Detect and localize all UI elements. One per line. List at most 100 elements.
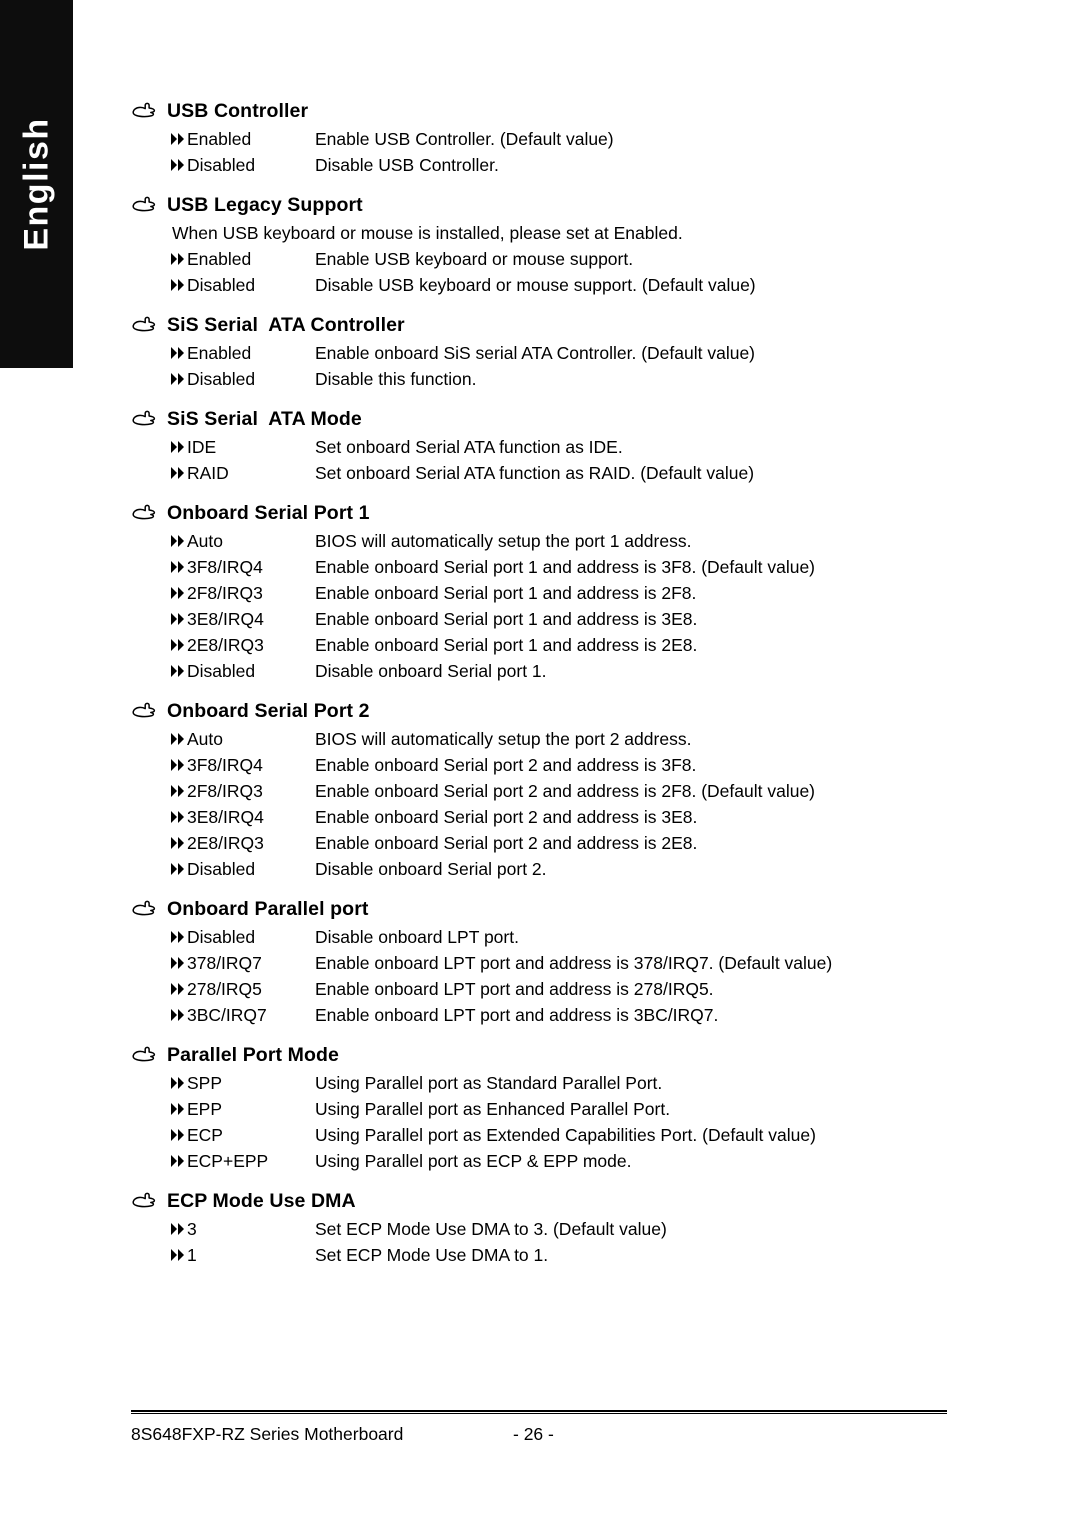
section-heading-text: Onboard Parallel port xyxy=(167,898,369,920)
page-content: USB Controller Enabled Enable USB Controll… xyxy=(131,96,951,1280)
language-tab-english: English xyxy=(0,0,73,368)
option-label: 3BC/IRQ7 xyxy=(187,1005,267,1025)
double-triangle-icon xyxy=(171,639,185,651)
footer-divider-thick xyxy=(131,1410,947,1412)
option-label: Disabled xyxy=(187,155,256,175)
option-row: SPP Using Parallel port as Standard Paral… xyxy=(131,1070,951,1096)
pointing-hand-icon xyxy=(131,408,157,430)
double-triangle-icon xyxy=(171,1155,185,1167)
option-description: Disable onboard Serial port 2. xyxy=(315,859,547,879)
section-heading-text: ECP Mode Use DMA xyxy=(167,1190,356,1212)
option-label: 3E8/IRQ4 xyxy=(187,807,264,827)
pointing-hand-icon xyxy=(131,898,157,920)
double-triangle-icon xyxy=(171,733,185,745)
option-label: Disabled xyxy=(187,369,256,389)
double-triangle-icon xyxy=(171,535,185,547)
option-description: Disable this function. xyxy=(315,369,477,389)
pointing-hand-icon xyxy=(131,700,157,722)
pointing-hand-icon xyxy=(131,1190,157,1212)
section-note: When USB keyboard or mouse is installed,… xyxy=(172,223,683,243)
section-heading-text: USB Controller xyxy=(167,100,309,122)
option-description: Enable onboard LPT port and address is 2… xyxy=(315,979,714,999)
option-label: Disabled xyxy=(187,661,256,681)
footer-row: 8S648FXP-RZ Series Motherboard - 26 - xyxy=(131,1419,947,1449)
double-triangle-icon xyxy=(171,587,185,599)
double-triangle-icon xyxy=(171,279,185,291)
option-row: 3F8/IRQ4 Enable onboard Serial port 2 and… xyxy=(131,752,951,778)
setting-section-onboard-serial-port-1: Onboard Serial Port 1 Auto BIOS will autom… xyxy=(131,498,951,684)
option-row: RAID Set onboard Serial ATA function as R… xyxy=(131,460,951,486)
option-description: Disable onboard Serial port 1. xyxy=(315,661,547,681)
option-description: Using Parallel port as Standard Parallel… xyxy=(315,1073,663,1093)
option-row: Disabled Disable this function. xyxy=(131,366,951,392)
option-label: Enabled xyxy=(187,249,252,269)
option-description: Set onboard Serial ATA function as IDE. xyxy=(315,437,623,457)
double-triangle-icon xyxy=(171,373,185,385)
option-label: 278/IRQ5 xyxy=(187,979,262,999)
section-heading: ECP Mode Use DMA xyxy=(131,1186,951,1216)
option-row: Enabled Enable USB keyboard or mouse supp… xyxy=(131,246,951,272)
option-row: Disabled Disable USB keyboard or mouse su… xyxy=(131,272,951,298)
option-row: ECP+EPP Using Parallel port as ECP & EPP … xyxy=(131,1148,951,1174)
option-label: SPP xyxy=(187,1073,223,1093)
option-description: Set ECP Mode Use DMA to 1. xyxy=(315,1245,549,1265)
option-label: Disabled xyxy=(187,275,256,295)
option-description: Enable USB Controller. (Default value) xyxy=(315,129,614,149)
option-label: 378/IRQ7 xyxy=(187,953,262,973)
double-triangle-icon xyxy=(171,837,185,849)
double-triangle-icon xyxy=(171,1009,185,1021)
double-triangle-icon xyxy=(171,159,185,171)
option-description: Enable onboard Serial port 1 and address… xyxy=(315,557,816,577)
section-heading-text: Parallel Port Mode xyxy=(167,1044,339,1066)
setting-section-onboard-serial-port-2: Onboard Serial Port 2 Auto BIOS will autom… xyxy=(131,696,951,882)
option-row: 2E8/IRQ3 Enable onboard Serial port 1 and… xyxy=(131,632,951,658)
option-row: 3E8/IRQ4 Enable onboard Serial port 2 and… xyxy=(131,804,951,830)
option-description: Enable onboard SiS serial ATA Controller… xyxy=(315,343,756,363)
option-description: Enable onboard Serial port 1 and address… xyxy=(315,635,698,655)
option-description: Set ECP Mode Use DMA to 3. (Default valu… xyxy=(315,1219,667,1239)
double-triangle-icon xyxy=(171,347,185,359)
setting-section-usb-controller: USB Controller Enabled Enable USB Controll… xyxy=(131,96,951,178)
double-triangle-icon xyxy=(171,811,185,823)
option-description: Enable onboard Serial port 2 and address… xyxy=(315,833,698,853)
option-label: ECP+EPP xyxy=(187,1151,269,1171)
pointing-hand-icon xyxy=(131,314,157,336)
option-label: 3F8/IRQ4 xyxy=(187,755,263,775)
option-label: ECP xyxy=(187,1125,223,1145)
double-triangle-icon xyxy=(171,759,185,771)
option-description: Enable onboard Serial port 1 and address… xyxy=(315,583,697,603)
double-triangle-icon xyxy=(171,1077,185,1089)
option-row: Disabled Disable onboard Serial port 1. xyxy=(131,658,951,684)
option-description: Disable USB Controller. xyxy=(315,155,499,175)
option-label: 3 xyxy=(187,1219,197,1239)
option-description: Enable onboard Serial port 2 and address… xyxy=(315,807,698,827)
option-row: Disabled Disable onboard LPT port. xyxy=(131,924,951,950)
double-triangle-icon xyxy=(171,957,185,969)
option-description: Enable onboard Serial port 1 and address… xyxy=(315,609,698,629)
option-label: 2F8/IRQ3 xyxy=(187,781,263,801)
option-row: ECP Using Parallel port as Extended Capab… xyxy=(131,1122,951,1148)
double-triangle-icon xyxy=(171,931,185,943)
option-description: BIOS will automatically setup the port 2… xyxy=(315,729,692,749)
footer-divider-thin xyxy=(131,1413,947,1414)
footer-page-number: - 26 - xyxy=(513,1424,554,1444)
section-heading: Onboard Serial Port 1 xyxy=(131,498,951,528)
double-triangle-icon xyxy=(171,863,185,875)
option-description: Using Parallel port as ECP & EPP mode. xyxy=(315,1151,632,1171)
option-row: EPP Using Parallel port as Enhanced Paral… xyxy=(131,1096,951,1122)
option-row: Enabled Enable USB Controller. (Default v… xyxy=(131,126,951,152)
option-row: 3F8/IRQ4 Enable onboard Serial port 1 and… xyxy=(131,554,951,580)
option-description: Disable onboard LPT port. xyxy=(315,927,519,947)
section-heading: Parallel Port Mode xyxy=(131,1040,951,1070)
option-row: 3BC/IRQ7 Enable onboard LPT port and addr… xyxy=(131,1002,951,1028)
option-row: Auto BIOS will automatically setup the po… xyxy=(131,528,951,554)
option-row: IDE Set onboard Serial ATA function as ID… xyxy=(131,434,951,460)
section-heading-text: SiS Serial ATA Mode xyxy=(167,408,362,430)
option-description: Using Parallel port as Extended Capabili… xyxy=(315,1125,816,1145)
option-description: Enable onboard LPT port and address is 3… xyxy=(315,953,833,973)
option-description: Disable USB keyboard or mouse support. (… xyxy=(315,275,756,295)
option-description: Set onboard Serial ATA function as RAID.… xyxy=(315,463,755,483)
section-heading: USB Controller xyxy=(131,96,951,126)
option-label: 2E8/IRQ3 xyxy=(187,833,264,853)
option-label: 3E8/IRQ4 xyxy=(187,609,264,629)
